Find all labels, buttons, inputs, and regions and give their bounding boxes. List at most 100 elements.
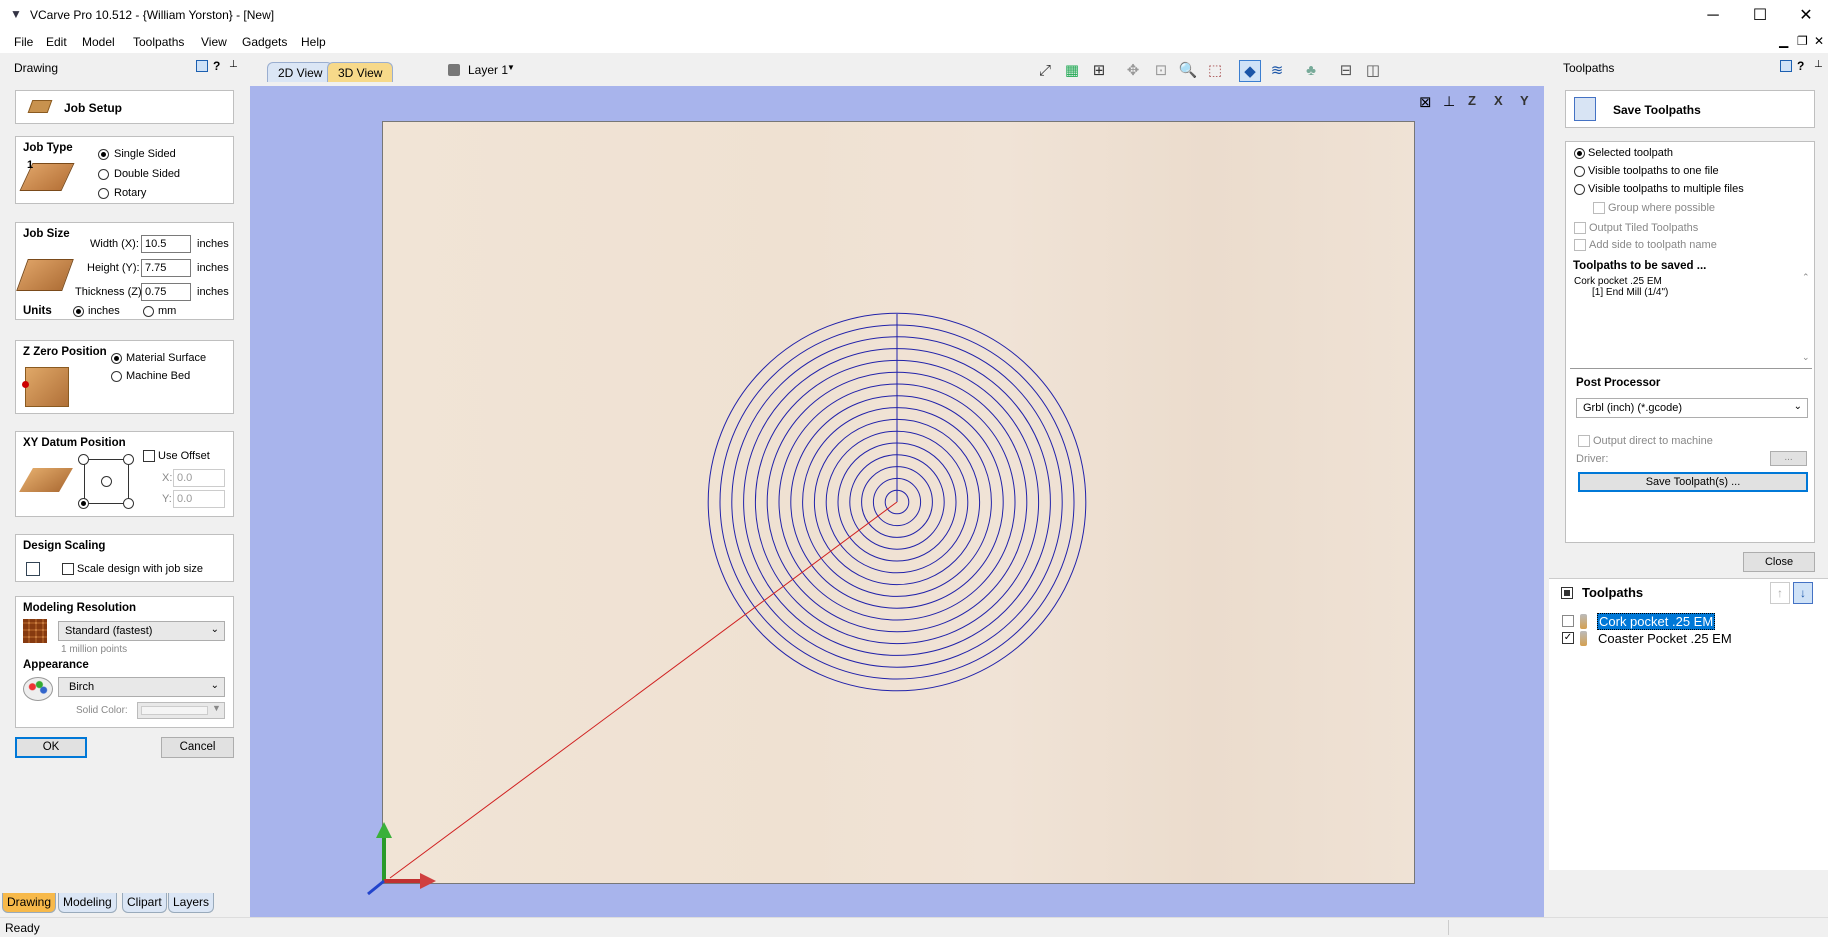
menu-help[interactable]: Help [301,35,326,49]
datum-bottom-left-radio[interactable] [78,498,89,509]
material-surface-radio[interactable] [111,353,122,364]
appearance-select[interactable]: Birch ⌄ [58,677,225,697]
toolpath-visible-checkbox[interactable]: ✓ [1562,632,1574,644]
double-sided-radio[interactable] [98,169,109,180]
tab-clipart[interactable]: Clipart [122,893,167,913]
selected-toolpath-label: Selected toolpath [1588,147,1674,159]
panel-dock-icon[interactable] [196,60,208,72]
tab-2d-view[interactable]: 2D View [267,62,334,82]
mdi-restore-button[interactable]: ❐ [1797,34,1808,48]
maximize-button[interactable]: ☐ [1737,0,1783,31]
use-offset-checkbox[interactable] [143,450,155,462]
toolpath-preview-icon[interactable]: ◆ [1239,60,1261,82]
xy-datum-title: XY Datum Position [23,437,126,449]
units-mm-label: mm [158,305,177,317]
menu-toolpaths[interactable]: Toolpaths [133,35,184,49]
output-tiled-label: Output Tiled Toolpaths [1589,222,1699,234]
job-type-section: Job Type 1 Single Sided Double Sided Rot… [15,136,234,204]
menu-bar: File Edit Model Toolpaths View Gadgets H… [0,31,1828,53]
machine-bed-radio[interactable] [111,371,122,382]
split-view-icon[interactable]: ⊟ [1335,60,1357,82]
offset-x-label: X: [162,472,173,484]
add-side-checkbox[interactable] [1574,239,1586,251]
resolution-select[interactable]: Standard (fastest) ⌄ [58,621,225,641]
layer-select[interactable]: Layer 1 [468,63,508,77]
zoom-icon[interactable]: 🔍 [1177,60,1199,82]
move-up-icon[interactable]: ↑ [1770,582,1790,604]
minimize-button[interactable]: ─ [1690,0,1736,31]
cancel-button[interactable]: Cancel [161,737,234,758]
datum-top-left-radio[interactable] [78,454,89,465]
close-button[interactable]: Close [1743,552,1815,572]
grid-icon[interactable]: ⊞ [1088,60,1110,82]
datum-bottom-right-radio[interactable] [123,498,134,509]
selected-toolpath-radio[interactable] [1574,148,1585,159]
datum-top-right-radio[interactable] [123,454,134,465]
drawing-panel: Drawing ? ⊥ Job Setup Job Type 1 Single … [0,53,248,917]
width-input[interactable] [141,235,191,253]
driver-browse-button[interactable]: ... [1770,451,1807,466]
menu-model[interactable]: Model [82,35,115,49]
scroll-up-icon[interactable]: ⌃ [1802,272,1810,283]
help-icon[interactable]: ? [1797,59,1804,73]
width-label: Width (X): [90,238,139,250]
close-window-button[interactable]: ✕ [1783,0,1828,31]
group-where-possible-checkbox[interactable] [1593,202,1605,214]
pan-icon[interactable]: ✥ [1122,60,1144,82]
zoom-selection-icon[interactable]: ⬚ [1204,60,1226,82]
toolpaths-panel: Toolpaths ? ⊥ Save Toolpaths Selected to… [1549,53,1828,917]
thickness-input[interactable] [141,283,191,301]
toolpath-row[interactable]: ✓ Coaster Pocket .25 EM [1559,630,1819,648]
multiple-files-radio[interactable] [1574,184,1585,195]
datum-center-radio[interactable] [101,476,112,487]
appearance-value: Birch [69,681,95,693]
one-file-radio[interactable] [1574,166,1585,177]
job-setup-title: Job Setup [64,101,123,115]
move-down-icon[interactable]: ↓ [1793,582,1813,604]
units-mm-radio[interactable] [143,306,154,317]
menu-gadgets[interactable]: Gadgets [242,35,287,49]
scale-design-checkbox[interactable] [62,563,74,575]
origin-axes-icon [367,822,436,896]
toolpath-visible-checkbox[interactable] [1562,615,1574,627]
post-processor-select[interactable]: Grbl (inch) (*.gcode) ⌄ [1576,398,1808,418]
menu-file[interactable]: File [14,35,33,49]
job-size-icon [16,259,74,291]
panel-dock-icon[interactable] [1780,60,1792,72]
mdi-close-button[interactable]: ✕ [1814,34,1824,48]
render-icon[interactable]: ♣ [1300,60,1322,82]
help-icon[interactable]: ? [213,59,220,73]
units-inches-radio[interactable] [73,306,84,317]
fit-drawing-icon[interactable]: ⤢ [1034,60,1056,82]
color-swatch [141,706,208,715]
tile-view-icon[interactable]: ◫ [1362,60,1384,82]
solid-color-picker[interactable]: ▼ [137,702,225,719]
toolpath-row[interactable]: Cork pocket .25 EM [1559,613,1819,631]
zoom-box-icon[interactable]: ⊡ [1150,60,1172,82]
mdi-minimize-button[interactable]: ▁ [1779,34,1788,48]
scroll-down-icon[interactable]: ⌄ [1802,352,1810,363]
save-toolpaths-button[interactable]: Save Toolpath(s) ... [1578,472,1808,492]
height-input[interactable] [141,259,191,277]
units-title: Units [23,305,52,317]
snap-grid-icon[interactable]: ▦ [1061,60,1083,82]
rotary-radio[interactable] [98,188,109,199]
ok-button[interactable]: OK [15,737,87,758]
z-zero-marker-icon [22,381,29,388]
tab-modeling[interactable]: Modeling [58,893,117,913]
toolpath-show-icon[interactable]: ≋ [1266,60,1288,82]
single-sided-radio[interactable] [98,149,109,160]
tab-drawing[interactable]: Drawing [2,893,57,913]
offset-x-input[interactable] [173,469,225,487]
pin-icon[interactable]: ⊥ [229,59,238,70]
pin-icon[interactable]: ⊥ [1814,59,1823,70]
output-direct-checkbox[interactable] [1578,435,1590,447]
menu-edit[interactable]: Edit [46,35,67,49]
tab-layers[interactable]: Layers [168,893,215,913]
offset-y-input[interactable] [173,490,225,508]
collapse-icon[interactable] [1561,587,1573,599]
tab-3d-view[interactable]: 3D View [327,62,394,82]
chevron-down-icon: ▼ [212,703,221,713]
output-tiled-checkbox[interactable] [1574,222,1586,234]
menu-view[interactable]: View [201,35,227,49]
